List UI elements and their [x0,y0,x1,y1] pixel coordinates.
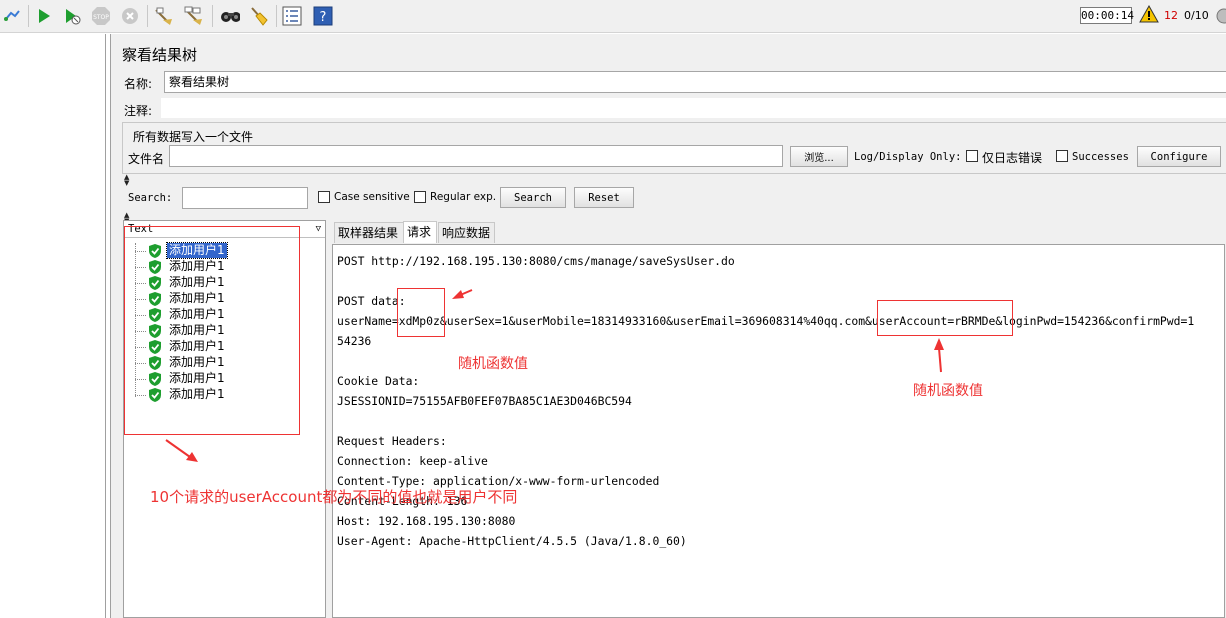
annotation-arrows [165,289,944,462]
annotation-note: 10个请求的userAccount都为不同的值也就是用户不同 [150,488,518,506]
annotation-random-value-1: 随机函数值 [458,356,528,372]
annotation-random-value-2: 随机函数值 [913,383,983,399]
